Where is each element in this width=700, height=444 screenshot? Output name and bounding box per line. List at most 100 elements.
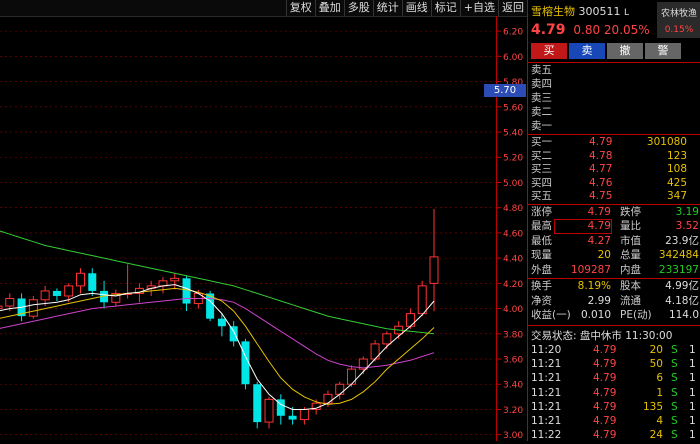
trade-volume: 24 <box>649 429 663 442</box>
trade-time: 11:20 <box>531 344 562 356</box>
trade-row[interactable]: 11:20 4.79 20 S 1 <box>531 343 700 357</box>
trade-time: 11:21 <box>531 372 562 385</box>
toolbar-button[interactable]: 画线 <box>401 0 431 16</box>
sector-pct: 0.15% <box>664 25 694 35</box>
stat-label: 换手 <box>531 280 552 292</box>
buy-order-row[interactable]: 买四 4.76 425 <box>531 177 699 190</box>
trade-status: 交易状态: 盘中休市 11:30:00 <box>531 330 673 342</box>
trade-row[interactable]: 11:21 4.79 50 S 1 <box>531 357 700 371</box>
trade-actions: 买 卖 撤 警 <box>531 43 681 59</box>
trade-volume: 1 <box>656 386 663 399</box>
stat-value: 3.19 <box>675 206 699 218</box>
toolbar-button[interactable]: +自选 <box>459 0 498 16</box>
sector-badge[interactable]: 农林牧渔 0.15% <box>657 2 700 38</box>
candle-body <box>382 333 392 345</box>
trade-count: 1 <box>689 386 696 399</box>
sell-button[interactable]: 卖 <box>569 43 605 59</box>
ma5-line <box>0 284 435 410</box>
trade-count: 1 <box>689 358 696 371</box>
candle-body <box>52 290 61 296</box>
kline-chart[interactable] <box>0 16 496 441</box>
candle-body <box>64 285 74 297</box>
trade-row[interactable]: 11:22 4.79 24 S 1 <box>531 428 700 442</box>
trade-price: 4.79 <box>593 429 617 442</box>
order-level-label: 卖四 <box>531 78 552 90</box>
trade-count: 1 <box>689 415 696 427</box>
stat-value: 233197 <box>658 263 699 276</box>
axis-tick-label: 4.60 <box>503 229 523 239</box>
order-volume: 301080 <box>646 136 687 148</box>
sell-order-row[interactable]: 卖五 <box>531 64 699 77</box>
candle-body <box>28 299 38 317</box>
divider <box>528 325 700 326</box>
trade-price: 4.79 <box>593 344 617 356</box>
candle-body <box>417 285 427 315</box>
stat-value: 4.79 <box>587 206 611 218</box>
stat-label: 跌停 <box>620 206 641 218</box>
stat-row: 换手 8.19% 股本 4.99亿 <box>531 280 699 293</box>
sector-name: 农林牧渔 <box>660 9 697 19</box>
stock-name: 雪榕生物 <box>531 5 575 18</box>
trade-direction: S <box>671 386 678 399</box>
candle-body <box>5 297 15 307</box>
stat-label: 总量 <box>620 249 641 262</box>
candle-body <box>299 408 309 421</box>
buy-order-row[interactable]: 买五 4.75 347 <box>531 190 699 203</box>
stat-row: 现量 20 总量 342484 <box>531 249 699 262</box>
axis-tick-label: 4.40 <box>503 255 523 265</box>
stat-row: 收益(一) 0.010 PE(动) 114.0 <box>531 309 699 322</box>
order-level-label: 卖三 <box>531 92 552 104</box>
candle-body <box>405 313 415 327</box>
toolbar-button[interactable]: 多股 <box>343 0 373 16</box>
stat-row: 净资 2.99 流通 4.18亿 <box>531 295 699 308</box>
stat-label: 净资 <box>531 294 552 307</box>
stat-value: 3.52 <box>675 220 699 233</box>
trade-time: 11:21 <box>531 386 562 399</box>
trade-row[interactable]: 11:21 4.79 135 S 1 <box>531 400 700 414</box>
order-price: 4.79 <box>589 136 613 148</box>
trade-direction: S <box>671 400 678 413</box>
trade-price: 4.79 <box>593 386 617 399</box>
stat-value: 114.0 <box>668 309 699 322</box>
buy-order-row[interactable]: 买三 4.77 108 <box>531 163 699 176</box>
axis-tick-label: 3.60 <box>503 356 523 366</box>
trade-row[interactable]: 11:21 4.79 6 S 1 <box>531 371 700 385</box>
stat-label: 涨停 <box>531 206 552 218</box>
candle-body <box>40 290 50 301</box>
alert-button[interactable]: 警 <box>645 43 681 59</box>
toolbar-button[interactable]: 复权 <box>285 0 315 16</box>
candle-body <box>88 273 97 291</box>
current-price: 4.79 <box>531 22 566 38</box>
ma60-line <box>0 230 435 335</box>
stat-value: 2.99 <box>587 294 611 307</box>
buy-order-row[interactable]: 买一 4.79 301080 <box>531 136 699 149</box>
crosshair-price-label: 5.70 <box>484 84 526 97</box>
sell-order-row[interactable]: 卖四 <box>531 78 699 91</box>
sell-order-row[interactable]: 卖三 <box>531 92 699 105</box>
stat-value: 0.010 <box>580 309 611 322</box>
stat-row: 外盘 109287 内盘 233197 <box>531 264 699 277</box>
order-price: 4.75 <box>589 190 613 203</box>
stock-title: 雪榕生物 300511 L <box>531 3 629 19</box>
toolbar-button[interactable]: 叠加 <box>314 0 344 16</box>
sell-order-row[interactable]: 卖一 <box>531 120 699 133</box>
sell-order-row[interactable]: 卖二 <box>531 106 699 119</box>
candle-body <box>75 272 85 287</box>
candle-body <box>264 398 274 423</box>
order-level-label: 买五 <box>531 190 552 203</box>
toolbar-button[interactable]: 标记 <box>430 0 460 16</box>
toolbar-button[interactable]: 统计 <box>372 0 402 16</box>
cancel-order-button[interactable]: 撤 <box>607 43 643 59</box>
trade-row[interactable]: 11:21 4.79 4 S 1 <box>531 414 700 428</box>
stock-price-line: 4.79 0.80 20.05% <box>531 22 650 38</box>
trade-volume: 50 <box>649 358 663 371</box>
toolbar-button[interactable]: 返回 <box>498 0 527 16</box>
trade-row[interactable]: 11:21 4.79 1 S 1 <box>531 386 700 400</box>
order-price: 4.77 <box>589 163 613 176</box>
trade-time: 11:21 <box>531 400 562 413</box>
buy-order-row[interactable]: 买二 4.78 123 <box>531 150 699 163</box>
axis-tick-label: 4.20 <box>503 280 523 290</box>
buy-button[interactable]: 买 <box>531 43 567 59</box>
stat-row: 涨停 4.79 跌停 3.19 <box>531 206 699 219</box>
candle-body <box>323 393 333 404</box>
